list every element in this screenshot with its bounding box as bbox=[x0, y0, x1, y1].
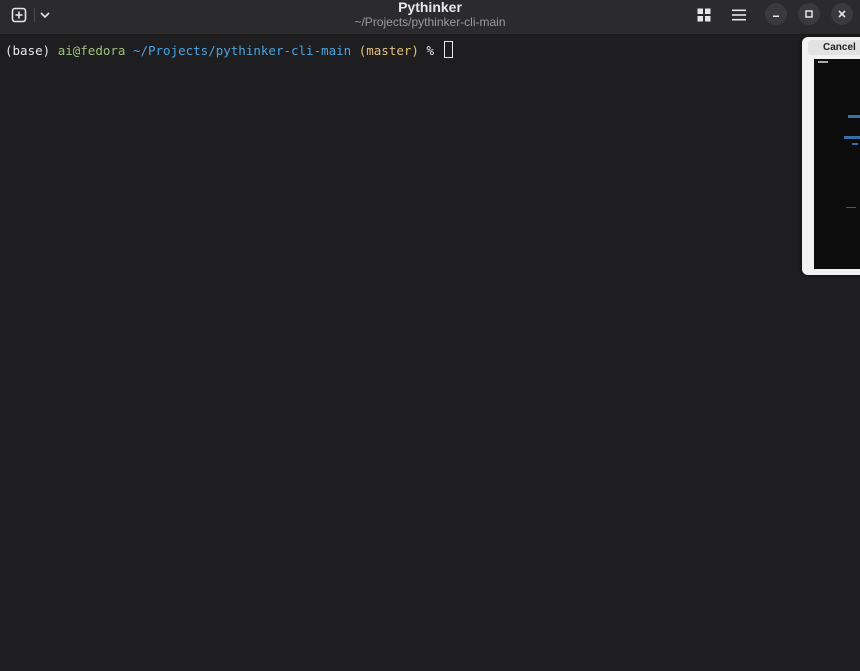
new-tab-button[interactable] bbox=[6, 3, 32, 27]
preview-thumbnail-text bbox=[852, 143, 858, 145]
tab-menu-button[interactable] bbox=[36, 4, 54, 26]
screenshot-preview-panel: Cancel bbox=[802, 37, 860, 275]
toolbar-divider bbox=[34, 8, 35, 22]
user-host: ai@fedora bbox=[57, 43, 126, 58]
preview-thumbnail-text bbox=[846, 207, 856, 208]
preview-thumbnail bbox=[814, 59, 860, 269]
hamburger-icon bbox=[732, 9, 746, 21]
current-path: ~/Projects/pythinker-cli-main bbox=[132, 43, 352, 58]
terminal-area[interactable]: (base) ai@fedora ~/Projects/pythinker-cl… bbox=[0, 35, 860, 671]
conda-env: (base) bbox=[5, 43, 51, 58]
grid-icon bbox=[697, 8, 711, 22]
window-subtitle: ~/Projects/pythinker-cli-main bbox=[354, 15, 506, 29]
plus-square-icon bbox=[11, 7, 27, 23]
preview-thumbnail-text bbox=[848, 115, 860, 118]
text-cursor bbox=[443, 41, 453, 58]
preview-thumbnail-text bbox=[844, 136, 860, 139]
git-branch: (master) bbox=[358, 43, 419, 58]
cancel-button[interactable]: Cancel bbox=[808, 40, 860, 55]
terminal-window: Pythinker ~/Projects/pythinker-cli-main bbox=[0, 0, 860, 671]
minimize-button[interactable] bbox=[765, 3, 787, 25]
chevron-down-icon bbox=[40, 12, 50, 19]
window-title: Pythinker bbox=[398, 0, 462, 15]
minimize-icon bbox=[773, 15, 779, 17]
prompt-symbol: % bbox=[426, 43, 435, 58]
overview-button[interactable] bbox=[691, 3, 717, 27]
shell-prompt: (base) ai@fedora ~/Projects/pythinker-cl… bbox=[5, 41, 453, 59]
main-menu-button[interactable] bbox=[726, 3, 752, 27]
close-icon bbox=[838, 10, 846, 18]
preview-thumbnail-text bbox=[818, 61, 828, 63]
title-block: Pythinker ~/Projects/pythinker-cli-main bbox=[280, 0, 580, 29]
title-bar: Pythinker ~/Projects/pythinker-cli-main bbox=[0, 0, 860, 35]
close-button[interactable] bbox=[831, 3, 853, 25]
maximize-icon bbox=[805, 10, 813, 18]
maximize-button[interactable] bbox=[798, 3, 820, 25]
